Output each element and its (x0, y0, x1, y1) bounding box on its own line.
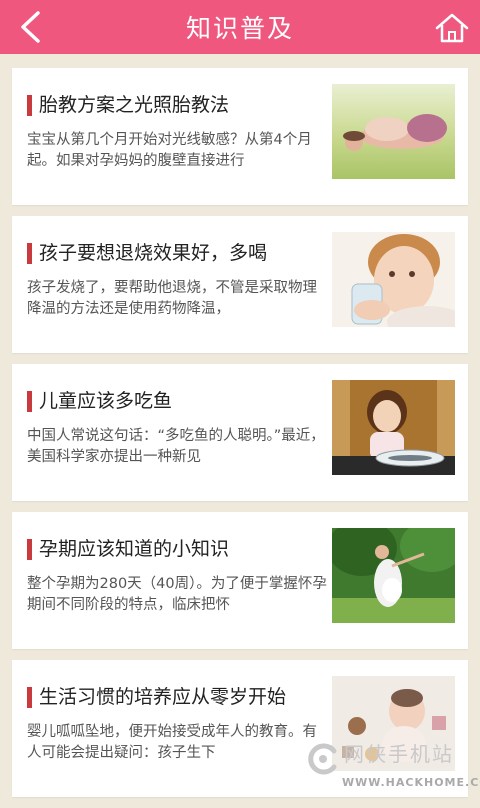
site-watermark: 网侠手机站 WWW.HACKHOME.COM (306, 736, 480, 796)
article-thumbnail (332, 528, 455, 623)
article-thumbnail (332, 232, 455, 327)
article-card[interactable]: 孕期应该知道的小知识 整个孕期为280天（40周）。为了便于掌握怀孕期间不同阶段… (12, 512, 468, 649)
article-card[interactable]: 孩子要想退烧效果好，多喝 孩子发烧了，要帮助他退烧，不管是采取物理降温的方法还是… (12, 216, 468, 353)
back-button[interactable] (10, 6, 50, 48)
title-accent-bar (27, 243, 32, 264)
title-accent-bar (27, 95, 32, 116)
home-icon (435, 13, 469, 43)
title-accent-bar (27, 391, 32, 412)
article-summary: 宝宝从第几个月开始对光线敏感？从第4个月起。如果对孕妈妈的腹壁直接进行 (27, 132, 312, 169)
article-list: 胎教方案之光照胎教法 宝宝从第几个月开始对光线敏感？从第4个月起。如果对孕妈妈的… (12, 68, 468, 808)
article-summary: 婴儿呱呱坠地，便开始接受成年人的教育。有人可能会提出疑问：孩子生下 (27, 724, 317, 761)
article-title: 孕期应该知道的小知识 (39, 538, 230, 560)
article-summary: 孩子发烧了，要帮助他退烧，不管是采取物理降温的方法还是使用药物降温， (27, 280, 317, 317)
article-title: 儿童应该多吃鱼 (39, 390, 173, 412)
chevron-left-icon (21, 11, 40, 43)
app-header: 知识普及 (0, 0, 480, 54)
title-accent-bar (27, 687, 32, 708)
article-title: 胎教方案之光照胎教法 (39, 94, 230, 116)
article-card[interactable]: 儿童应该多吃鱼 中国人常说这句话：“多吃鱼的人聪明。”最近，美国科学家亦提出一种… (12, 364, 468, 501)
article-title: 生活习惯的培养应从零岁开始 (39, 686, 287, 708)
home-button[interactable] (432, 8, 472, 48)
watermark-logo-icon (308, 743, 337, 775)
watermark-url: WWW.HACKHOME.COM (342, 776, 480, 789)
watermark-text: 网侠手机站 (344, 742, 454, 766)
article-thumbnail (332, 84, 455, 179)
article-summary: 中国人常说这句话：“多吃鱼的人聪明。”最近，美国科学家亦提出一种新见 (27, 428, 325, 465)
article-card[interactable]: 胎教方案之光照胎教法 宝宝从第几个月开始对光线敏感？从第4个月起。如果对孕妈妈的… (12, 68, 468, 205)
article-thumbnail (332, 380, 455, 475)
article-title: 孩子要想退烧效果好，多喝 (39, 242, 268, 264)
page-title: 知识普及 (185, 14, 294, 43)
article-summary: 整个孕期为280天（40周）。为了便于掌握怀孕期间不同阶段的特点，临床把怀 (27, 576, 327, 613)
title-accent-bar (27, 539, 32, 560)
